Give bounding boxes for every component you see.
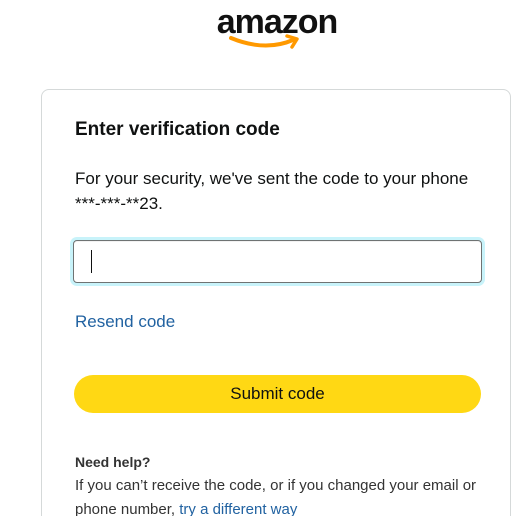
verification-message: For your security, we've sent the code t… xyxy=(75,169,469,213)
resend-code-link[interactable]: Resend code xyxy=(75,311,175,333)
verification-code-input[interactable] xyxy=(73,240,482,283)
try-different-way-link[interactable]: try a different way xyxy=(179,501,297,516)
need-help-heading: Need help? xyxy=(75,454,151,470)
verification-card: Enter verification code For your securit… xyxy=(41,89,511,516)
verification-page: amazon Enter verification code For your … xyxy=(0,0,514,516)
submit-code-button[interactable]: Submit code xyxy=(74,375,481,413)
help-text: If you can’t receive the code, or if you… xyxy=(75,474,495,516)
logo-smile-icon xyxy=(229,34,299,49)
text-cursor xyxy=(91,250,92,273)
page-title: Enter verification code xyxy=(75,119,280,140)
